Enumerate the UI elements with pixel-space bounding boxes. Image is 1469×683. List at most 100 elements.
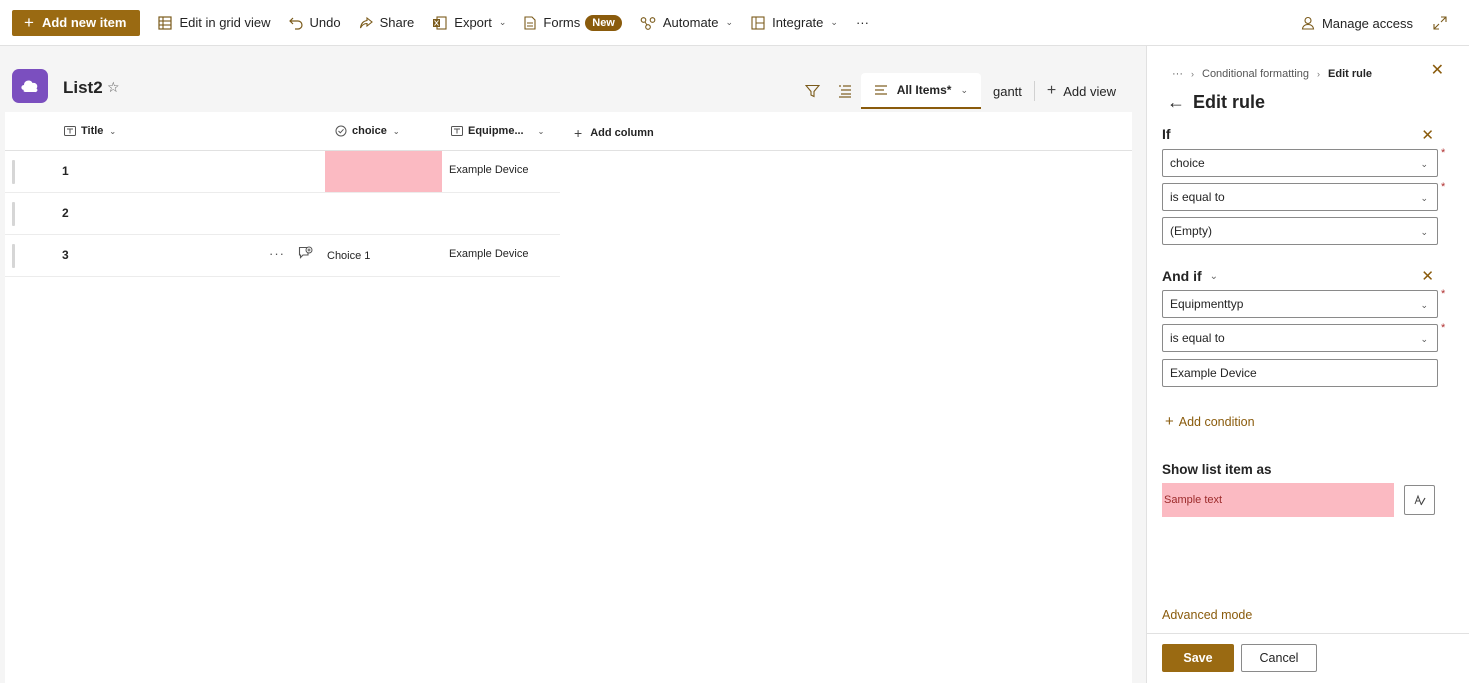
back-arrow-icon[interactable]: ← xyxy=(1167,92,1185,113)
breadcrumb-conditional-formatting[interactable]: Conditional formatting xyxy=(1202,68,1309,80)
add-condition-label: Add condition xyxy=(1178,414,1255,429)
condition2-value: Example Device xyxy=(1170,366,1257,380)
manage-access-button[interactable]: Manage access xyxy=(1301,16,1413,31)
condition2-field-dropdown[interactable]: Equipmenttyp ⌄ xyxy=(1162,290,1438,318)
integrate-button[interactable]: Integrate ⌄ xyxy=(751,15,838,30)
text-field-icon xyxy=(451,126,463,136)
more-icon: ··· xyxy=(855,15,869,30)
remove-condition-icon[interactable]: ✕ xyxy=(1421,267,1434,285)
chevron-down-icon: ⌄ xyxy=(830,17,838,27)
and-if-dropdown[interactable]: And if ⌄ xyxy=(1162,268,1218,284)
column-header-title[interactable]: Title ⌄ xyxy=(64,125,116,137)
highlighted-choice-cell xyxy=(325,151,442,192)
row-equipment: Example Device xyxy=(449,164,529,176)
share-icon xyxy=(359,16,373,30)
undo-button[interactable]: Undo xyxy=(288,15,341,30)
add-condition-button[interactable]: + Add condition xyxy=(1165,413,1255,430)
add-new-item-button[interactable]: + Add new item xyxy=(12,9,141,36)
column-header-equipment-label: Equipme... xyxy=(468,125,524,137)
add-new-item-label: Add new item xyxy=(41,15,127,30)
edit-grid-view-button[interactable]: Edit in grid view xyxy=(158,15,271,30)
export-button[interactable]: Export ⌄ xyxy=(432,15,506,30)
required-mark: * xyxy=(1441,147,1446,159)
required-mark: * xyxy=(1441,181,1446,193)
breadcrumb-current: Edit rule xyxy=(1328,68,1373,80)
close-icon[interactable]: ✕ xyxy=(1431,60,1444,80)
row-equipment: Example Device xyxy=(449,248,529,260)
if-label: If xyxy=(1162,126,1171,142)
required-mark: * xyxy=(1441,322,1446,334)
chevron-down-icon: ⌄ xyxy=(1420,334,1428,344)
plus-icon: + xyxy=(574,125,583,141)
advanced-mode-link[interactable]: Advanced mode xyxy=(1162,608,1252,622)
condition2-value-input[interactable]: Example Device xyxy=(1162,359,1438,387)
format-style-button[interactable] xyxy=(1404,485,1435,515)
panel-title: ← Edit rule xyxy=(1167,92,1265,113)
chevron-right-icon: › xyxy=(1191,69,1194,79)
condition1-field-dropdown[interactable]: choice ⌄ xyxy=(1162,149,1438,177)
automate-icon xyxy=(640,16,656,30)
text-field-icon xyxy=(64,126,76,136)
view-tab-gantt-label: gantt xyxy=(992,83,1022,99)
plus-icon: + xyxy=(1165,413,1174,430)
condition1-field-value: choice xyxy=(1170,156,1205,170)
list-title: List2 xyxy=(63,78,103,97)
chevron-down-icon: ⌄ xyxy=(537,126,545,136)
format-paint-icon xyxy=(1413,493,1426,507)
forms-button[interactable]: Forms New xyxy=(524,14,622,31)
chevron-down-icon: ⌄ xyxy=(1420,300,1428,310)
row-select-handle[interactable] xyxy=(12,202,15,226)
command-bar-right: Manage access xyxy=(1301,0,1447,46)
table-row[interactable]: 1 Example Device xyxy=(5,151,560,193)
chevron-down-icon: ⌄ xyxy=(1420,193,1428,203)
row-select-handle[interactable] xyxy=(12,244,15,268)
panel-title-label: Edit rule xyxy=(1193,92,1266,112)
condition2-field-value: Equipmenttyp xyxy=(1170,297,1244,311)
table-row[interactable]: 3 ··· Choice 1 Example Device xyxy=(5,235,560,277)
condition1-operator-dropdown[interactable]: is equal to ⌄ xyxy=(1162,183,1438,211)
filter-icon[interactable] xyxy=(804,84,820,98)
integrate-icon xyxy=(751,15,765,30)
row-more-icon[interactable]: ··· xyxy=(269,246,285,261)
grid-icon xyxy=(158,15,173,30)
expand-icon[interactable] xyxy=(1433,16,1447,30)
condition2-operator-dropdown[interactable]: is equal to ⌄ xyxy=(1162,324,1438,352)
column-header-equipment[interactable]: Equipme... ⌄ xyxy=(451,125,544,137)
column-header-choice[interactable]: choice ⌄ xyxy=(335,125,400,137)
chevron-down-icon: ⌄ xyxy=(1209,270,1219,282)
add-column-button[interactable]: + Add column xyxy=(574,125,654,141)
automate-button[interactable]: Automate ⌄ xyxy=(640,15,733,30)
more-commands-button[interactable]: ··· xyxy=(856,15,869,30)
cancel-button[interactable]: Cancel xyxy=(1241,644,1317,672)
new-badge: New xyxy=(585,14,622,31)
view-tab-gantt[interactable]: gantt xyxy=(981,84,1034,99)
view-bar: All Items* ⌄ gantt + Add view xyxy=(796,73,1128,109)
remove-condition-icon[interactable]: ✕ xyxy=(1421,126,1434,144)
row-title: 1 xyxy=(62,164,69,178)
grid-header: Title ⌄ choice ⌄ Equipme... ⌄ + Add colu… xyxy=(5,112,1132,151)
view-tab-all-items[interactable]: All Items* ⌄ xyxy=(860,73,981,109)
add-view-button[interactable]: + Add view xyxy=(1035,82,1128,100)
group-by-icon[interactable] xyxy=(838,84,852,98)
chevron-down-icon: ⌄ xyxy=(498,17,507,27)
row-select-handle[interactable] xyxy=(12,160,15,184)
choice-icon xyxy=(335,125,347,137)
edit-grid-view-label: Edit in grid view xyxy=(179,15,271,30)
share-button[interactable]: Share xyxy=(359,15,414,30)
list-view-icon xyxy=(874,84,888,96)
divider xyxy=(1147,633,1469,634)
plus-icon: + xyxy=(1046,82,1057,99)
show-list-item-as-label: Show list item as xyxy=(1162,462,1272,477)
favorite-star-icon[interactable]: ☆ xyxy=(107,79,120,96)
add-comment-icon[interactable] xyxy=(298,246,313,260)
excel-icon xyxy=(432,15,447,30)
condition1-value-dropdown[interactable]: (Empty) ⌄ xyxy=(1162,217,1438,245)
chevron-down-icon: ⌄ xyxy=(1420,159,1428,169)
column-header-title-label: Title xyxy=(81,125,104,137)
table-row[interactable]: 2 xyxy=(5,193,560,235)
breadcrumb-ellipsis[interactable]: ··· xyxy=(1172,68,1183,80)
save-button[interactable]: Save xyxy=(1162,644,1234,672)
list-header: List2 ☆ All Items* ⌄ gantt + Add view xyxy=(0,46,1146,112)
chevron-down-icon: ⌄ xyxy=(725,17,734,27)
view-tab-all-items-label: All Items* xyxy=(896,83,952,97)
